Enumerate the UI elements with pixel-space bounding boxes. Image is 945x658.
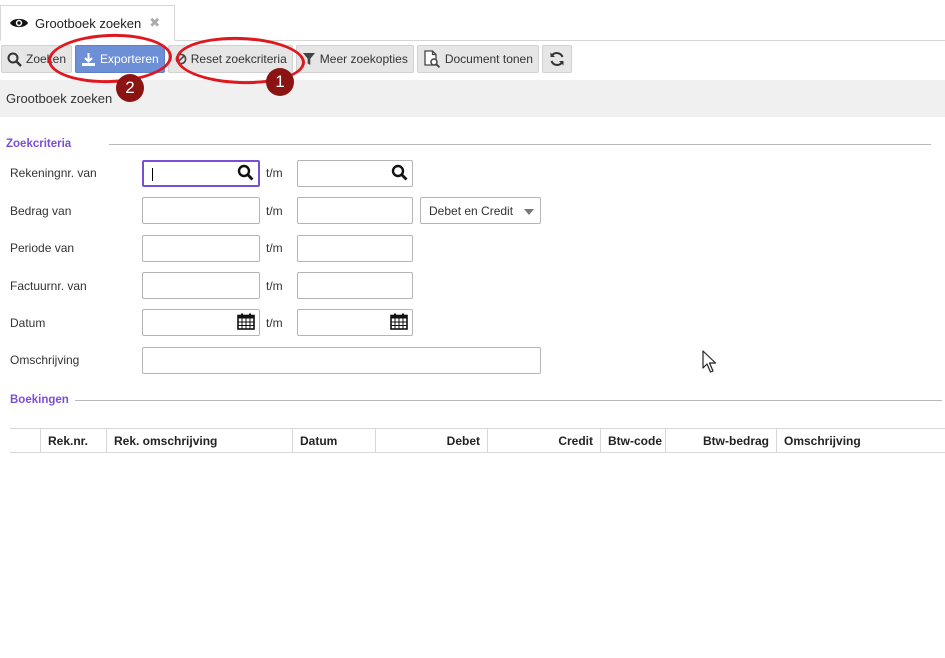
criteria-section-title: Zoekcriteria [6, 138, 72, 150]
amount-from-input[interactable] [142, 197, 260, 224]
column-select [10, 429, 40, 452]
show-document-label: Document tonen [444, 52, 533, 66]
more-search-options-label: Meer zoekopties [319, 52, 408, 66]
amount-to-input[interactable] [297, 197, 413, 224]
refresh-button[interactable] [541, 45, 572, 73]
account-from-input[interactable] [142, 160, 260, 187]
column-header-account-number[interactable]: Rek.nr. [40, 429, 106, 452]
breadcrumb-label: Grootboek zoeken [6, 91, 113, 106]
refresh-icon [549, 51, 565, 67]
debit-credit-select[interactable]: Debet en Credit [420, 197, 541, 224]
chevron-down-icon [524, 209, 534, 215]
tab-title: Grootboek zoeken [35, 15, 142, 31]
account-to-input[interactable] [297, 160, 413, 187]
date-from-label: Datum [10, 316, 46, 330]
search-icon[interactable] [391, 164, 408, 184]
amount-from-label: Bedrag van [10, 204, 72, 218]
column-header-debit[interactable]: Debet [375, 429, 487, 452]
column-header-vat-amount[interactable]: Btw-bedrag [665, 429, 776, 452]
to-label: t/m [266, 279, 283, 293]
section-divider [74, 399, 942, 401]
description-label: Omschrijving [10, 353, 80, 367]
annotation-badge-2: 2 [116, 74, 144, 102]
period-from-label: Periode van [10, 241, 75, 255]
period-to-input[interactable] [297, 235, 413, 262]
description-input[interactable] [142, 347, 541, 374]
calendar-icon[interactable] [390, 313, 408, 333]
column-header-vat-code[interactable]: Btw-code [600, 429, 665, 452]
tab-bar: Grootboek zoeken ✖ [0, 0, 945, 41]
eye-icon [9, 16, 29, 30]
calendar-icon[interactable] [237, 313, 255, 333]
account-from-label: Rekeningnr. van [10, 166, 97, 180]
document-search-icon [423, 50, 441, 68]
annotation-badge-1: 1 [266, 68, 294, 96]
column-header-date[interactable]: Datum [292, 429, 375, 452]
search-icon[interactable] [237, 164, 254, 184]
section-divider [109, 143, 932, 145]
invoice-to-input[interactable] [297, 272, 413, 299]
debit-credit-value: Debet en Credit [429, 203, 514, 218]
to-label: t/m [266, 166, 283, 180]
more-search-options-button[interactable]: Meer zoekopties [295, 45, 414, 73]
date-to-input[interactable] [297, 309, 413, 336]
to-label: t/m [266, 204, 283, 218]
criteria-section-header: Zoekcriteria [6, 138, 945, 150]
invoice-from-label: Factuurnr. van [10, 279, 87, 293]
invoice-from-input[interactable] [142, 272, 260, 299]
show-document-button[interactable]: Document tonen [416, 45, 539, 73]
bookings-table-header: Rek.nr. Rek. omschrijving Datum Debet Cr… [10, 428, 945, 453]
bookings-section-title: Boekingen [10, 394, 69, 406]
close-icon[interactable]: ✖ [149, 15, 160, 31]
to-label: t/m [266, 316, 283, 330]
date-from-input[interactable] [142, 309, 260, 336]
column-header-credit[interactable]: Credit [487, 429, 600, 452]
column-header-account-description[interactable]: Rek. omschrijving [106, 429, 292, 452]
column-header-description[interactable]: Omschrijving [776, 429, 945, 452]
to-label: t/m [266, 241, 283, 255]
mouse-pointer-icon [702, 350, 718, 377]
text-cursor [152, 168, 153, 181]
bookings-section-header: Boekingen [10, 394, 945, 406]
period-from-input[interactable] [142, 235, 260, 262]
search-icon [7, 52, 22, 67]
